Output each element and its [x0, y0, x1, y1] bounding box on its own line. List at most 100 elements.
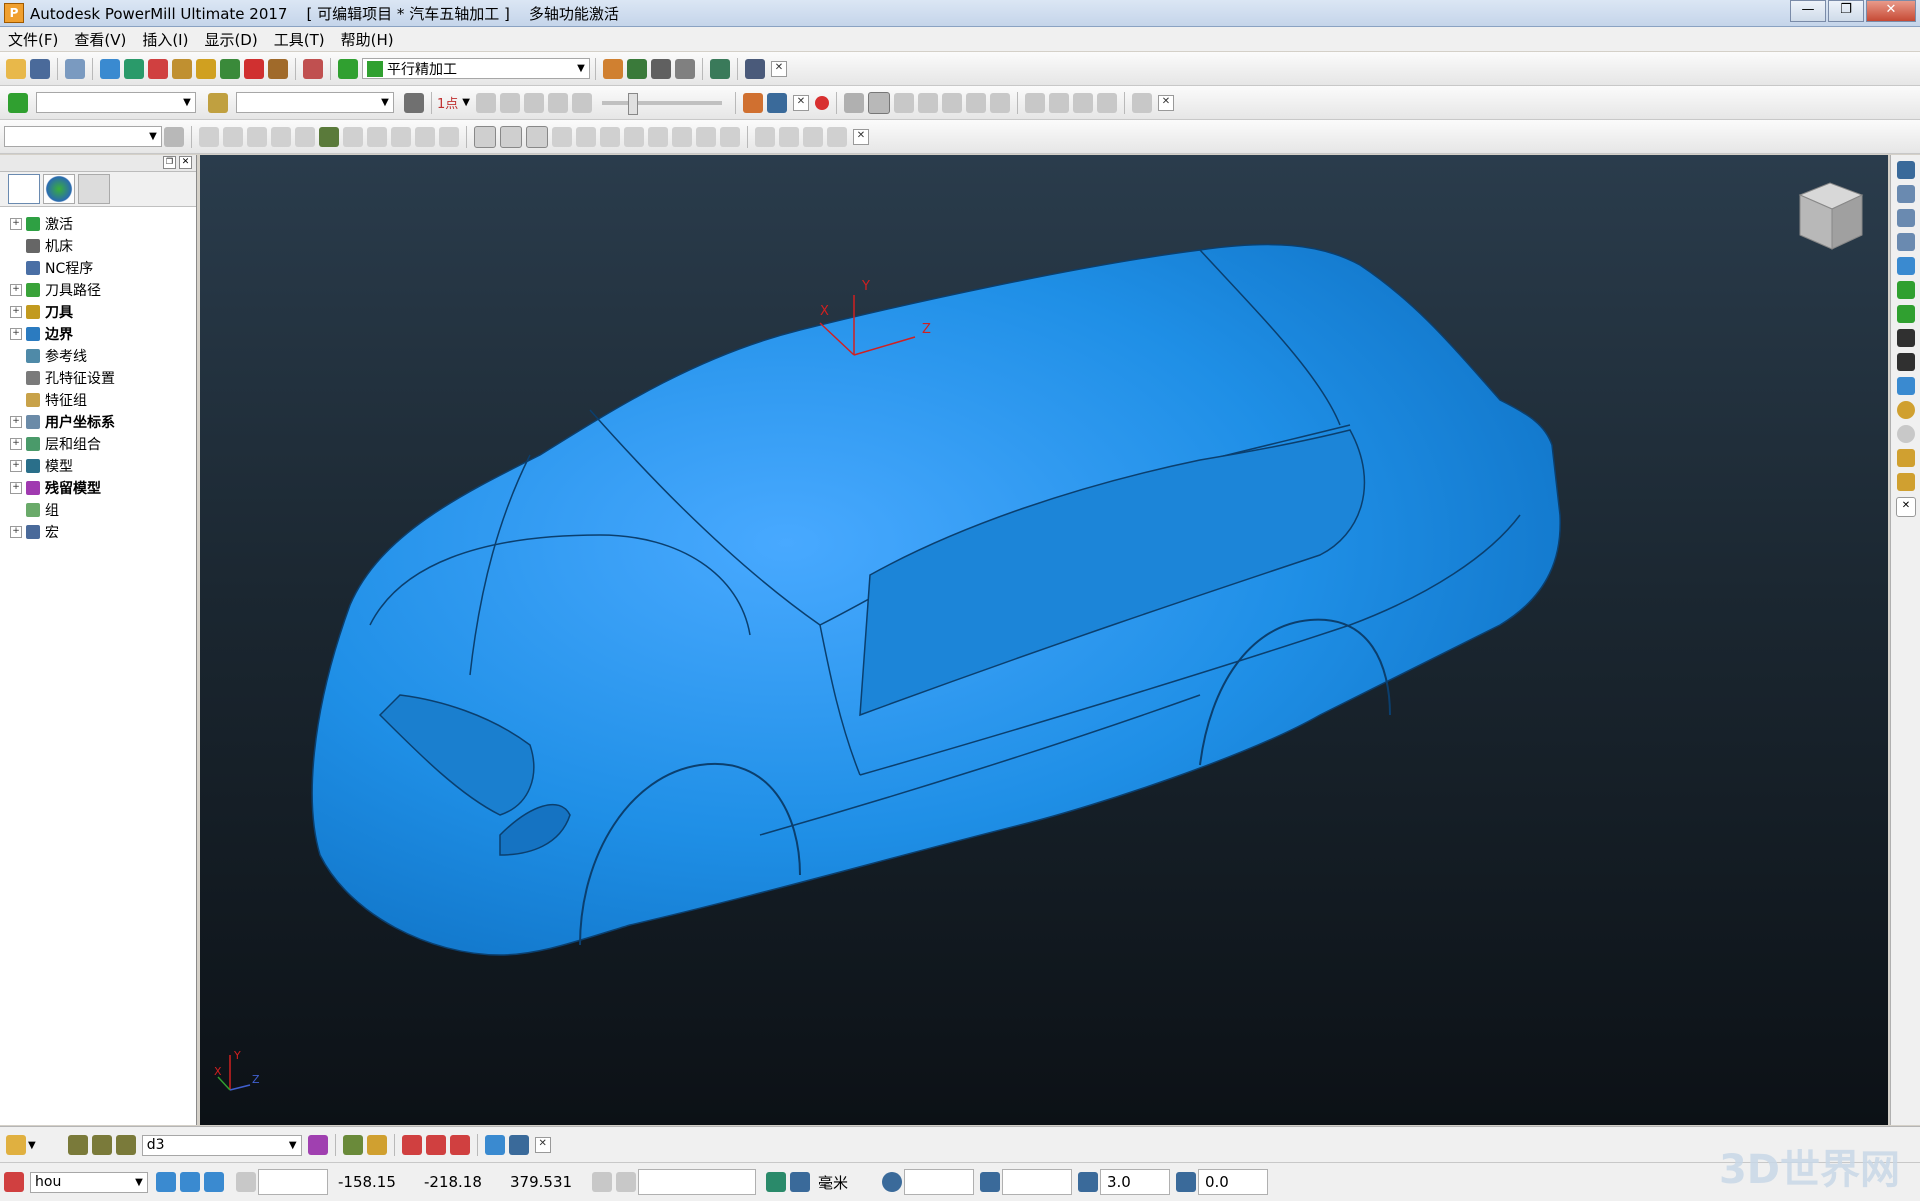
expand-icon[interactable]: + — [10, 328, 22, 340]
wp-c-icon[interactable] — [204, 1172, 224, 1192]
float-icon[interactable]: ❐ — [163, 156, 176, 169]
stock-icon[interactable] — [1024, 92, 1045, 113]
chevron-down-icon[interactable]: ▼ — [573, 63, 589, 74]
maximize-button[interactable]: ❐ — [1828, 0, 1864, 22]
view-iso-icon[interactable] — [1897, 257, 1915, 275]
bin-tab-icon[interactable] — [78, 174, 110, 204]
toolbar-close-icon[interactable]: ✕ — [771, 60, 787, 77]
direction-shade-icon[interactable] — [893, 92, 914, 113]
units-icon[interactable] — [790, 1172, 810, 1192]
save-disk-icon[interactable] — [1096, 92, 1117, 113]
binoculars-icon[interactable] — [745, 58, 765, 79]
wp-b-icon[interactable] — [180, 1172, 200, 1192]
expand-icon[interactable]: + — [10, 526, 22, 538]
expand-icon[interactable]: + — [10, 284, 22, 296]
print-icon[interactable] — [65, 58, 85, 79]
table-icon[interactable] — [592, 1172, 612, 1192]
tools-icon[interactable] — [508, 1135, 529, 1155]
minimize-button[interactable]: — — [1790, 0, 1826, 22]
copy-icon[interactable] — [391, 126, 411, 147]
point-mode[interactable]: 1点 — [437, 93, 458, 112]
first-icon[interactable] — [475, 92, 496, 113]
tree-item[interactable]: + 边界 — [0, 323, 196, 345]
toolbar-close-icon[interactable]: ✕ — [792, 94, 809, 111]
tree-item[interactable]: + 模型 — [0, 455, 196, 477]
tool-create-icon[interactable] — [172, 58, 192, 79]
chevron-down-icon[interactable]: ▼ — [377, 97, 393, 108]
wand-icon[interactable] — [827, 126, 847, 147]
curve-icon[interactable] — [576, 126, 596, 147]
diameter-icon[interactable] — [1078, 1172, 1098, 1192]
expand-icon[interactable]: + — [10, 460, 22, 472]
toolpath-combo[interactable]: ▼ — [36, 92, 196, 113]
end-point-icon[interactable] — [244, 58, 264, 79]
chevron-down-icon[interactable]: ▼ — [131, 1177, 147, 1188]
rapid-move-icon[interactable] — [124, 58, 144, 79]
zoom-icon[interactable] — [1897, 281, 1915, 299]
toolpath-strategy-icon[interactable] — [303, 58, 323, 79]
wireframe-icon[interactable] — [1897, 329, 1915, 347]
tool-axis-icon[interactable] — [268, 58, 288, 79]
mirror-icon[interactable] — [624, 126, 644, 147]
tree-tab-icon[interactable] — [8, 174, 40, 204]
block-icon[interactable] — [100, 58, 120, 79]
edit-d-icon[interactable] — [425, 1135, 446, 1155]
edit-icon-5[interactable] — [295, 126, 315, 147]
tree-item[interactable]: 孔特征设置 — [0, 367, 196, 389]
close-icon[interactable]: ✕ — [179, 156, 192, 169]
car-model[interactable]: Y X Z Y X Z — [200, 155, 1888, 1125]
edit-icon-7[interactable] — [343, 126, 363, 147]
toolpath-a-icon[interactable] — [67, 1135, 88, 1155]
tool-axis-icon[interactable] — [980, 1172, 1000, 1192]
angle-icon[interactable] — [1176, 1172, 1196, 1192]
expand-icon[interactable]: + — [10, 438, 22, 450]
tree-item[interactable]: + 宏 — [0, 521, 196, 543]
tree-item[interactable]: + 用户坐标系 — [0, 411, 196, 433]
strategy-combo[interactable]: 平行精加工 ▼ — [362, 58, 590, 79]
refresh-icon[interactable] — [1897, 305, 1915, 323]
play-icon[interactable] — [523, 92, 544, 113]
tree-item[interactable]: + 层和组合 — [0, 433, 196, 455]
toolpath-b-icon[interactable] — [91, 1135, 112, 1155]
shade-icon[interactable] — [1897, 377, 1915, 395]
tool-combo[interactable]: ▼ — [236, 92, 394, 113]
vector-icon[interactable] — [600, 126, 620, 147]
view-right-icon[interactable] — [1897, 209, 1915, 227]
solid-icon[interactable] — [720, 126, 740, 147]
view-side-icon[interactable] — [500, 125, 522, 148]
calculate-icon[interactable] — [603, 58, 623, 79]
tree-item[interactable]: + 刀具 — [0, 301, 196, 323]
tree-item[interactable]: 机床 — [0, 235, 196, 257]
view-front-icon[interactable] — [1897, 185, 1915, 203]
view-cube-icon[interactable] — [1798, 182, 1864, 250]
wp-a-icon[interactable] — [156, 1172, 176, 1192]
camera-icon[interactable] — [1131, 92, 1152, 113]
workplane-pick-icon[interactable] — [4, 1172, 24, 1192]
last-icon[interactable] — [571, 92, 592, 113]
tree-item[interactable]: 参考线 — [0, 345, 196, 367]
gauge-icon[interactable] — [803, 126, 823, 147]
tree-item[interactable]: NC程序 — [0, 257, 196, 279]
globe-tab-icon[interactable] — [43, 174, 75, 204]
grid-icon[interactable] — [236, 1172, 256, 1192]
toolpath-icon[interactable] — [338, 58, 358, 79]
leads-links-icon[interactable] — [196, 58, 216, 79]
pen-icon[interactable] — [672, 126, 692, 147]
rotate-shade-icon[interactable] — [941, 92, 962, 113]
close-button[interactable]: ✕ — [1866, 0, 1916, 22]
view-back-icon[interactable] — [1897, 233, 1915, 251]
step-back-icon[interactable] — [499, 92, 520, 113]
surface-icon[interactable] — [696, 126, 716, 147]
pencil-icon[interactable] — [484, 1135, 505, 1155]
angle-field[interactable]: 0.0 — [1198, 1169, 1268, 1195]
crosshair-icon[interactable] — [882, 1172, 902, 1192]
points-icon[interactable] — [552, 126, 572, 147]
chevron-down-icon[interactable]: ▼ — [28, 1140, 36, 1151]
verify-icon[interactable] — [627, 58, 647, 79]
menu-tools[interactable]: 工具(T) — [266, 29, 333, 50]
expand-icon[interactable]: + — [10, 306, 22, 318]
record-icon[interactable] — [814, 95, 829, 110]
menu-view[interactable]: 查看(V) — [66, 29, 134, 50]
stock-model-icon[interactable] — [307, 1135, 328, 1155]
toolbar-close-icon[interactable]: ✕ — [853, 128, 869, 145]
